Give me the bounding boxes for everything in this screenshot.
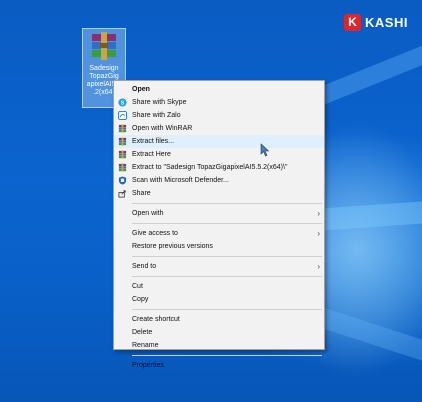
context-menu: Open S Share with Skype Share with Zalo Open… [113, 80, 325, 369]
menu-separator [132, 223, 322, 224]
menu-item-open-with-winrar[interactable]: Open with WinRAR [114, 122, 324, 135]
defender-icon [118, 176, 127, 185]
winrar-icon [118, 124, 127, 133]
skype-icon: S [118, 98, 127, 107]
menu-item-extract-files[interactable]: Extract files... [114, 135, 324, 148]
menu-item-give-access-to[interactable]: Give access to › [114, 227, 324, 240]
menu-item-label: Open [132, 86, 150, 93]
chevron-right-icon: › [317, 209, 320, 218]
menu-item-label: Send to [132, 263, 157, 270]
menu-item-label: Open with [132, 210, 164, 217]
menu-item-label: Rename [132, 342, 159, 349]
menu-item-label: Give access to [132, 230, 178, 237]
svg-text:S: S [121, 101, 125, 107]
menu-item-copy[interactable]: Copy [114, 293, 324, 306]
menu-item-label: Delete [132, 329, 153, 336]
logo-letter: K [344, 14, 361, 31]
menu-separator [132, 256, 322, 257]
menu-item-label: Restore previous versions [132, 243, 213, 250]
menu-item-delete[interactable]: Delete [114, 326, 324, 339]
mouse-pointer-icon [260, 143, 270, 157]
menu-separator [132, 355, 322, 356]
menu-item-cut[interactable]: Cut [114, 280, 324, 293]
menu-item-extract-to-sadesign-topazgigap[interactable]: Extract to "Sadesign TopazGigapixelAI5.5… [114, 161, 324, 174]
menu-item-label: Open with WinRAR [132, 125, 193, 132]
winrar-icon [118, 163, 127, 172]
winrar-icon [118, 150, 127, 159]
menu-item-label: Copy [132, 296, 149, 303]
chevron-right-icon: › [317, 229, 320, 238]
menu-item-restore-previous-versions[interactable]: Restore previous versions [114, 240, 324, 253]
logo-text: KASHI [365, 15, 408, 30]
menu-item-label: Create shortcut [132, 316, 180, 323]
menu-item-share[interactable]: Share [114, 187, 324, 200]
menu-separator [132, 203, 322, 204]
menu-item-share-with-skype[interactable]: S Share with Skype [114, 96, 324, 109]
menu-item-label: Extract files... [132, 138, 175, 145]
menu-separator [132, 276, 322, 277]
menu-item-extract-here[interactable]: Extract Here [114, 148, 324, 161]
menu-item-send-to[interactable]: Send to › [114, 260, 324, 273]
menu-item-label: Share [132, 190, 151, 197]
menu-item-open[interactable]: Open [114, 83, 324, 96]
menu-item-label: Properties [132, 362, 164, 369]
zalo-icon [118, 111, 127, 120]
kashi-logo: K KASHI [344, 14, 408, 31]
winrar-archive-icon [92, 32, 116, 60]
share-icon [118, 189, 127, 198]
menu-item-label: Scan with Microsoft Defender... [132, 177, 229, 184]
menu-item-label: Share with Zalo [132, 112, 181, 119]
menu-separator [132, 309, 322, 310]
menu-item-share-with-zalo[interactable]: Share with Zalo [114, 109, 324, 122]
menu-item-scan-with-microsoft-defender[interactable]: Scan with Microsoft Defender... [114, 174, 324, 187]
menu-item-label: Extract Here [132, 151, 171, 158]
menu-item-label: Cut [132, 283, 143, 290]
chevron-right-icon: › [317, 262, 320, 271]
menu-item-rename[interactable]: Rename [114, 339, 324, 352]
winrar-icon [118, 137, 127, 146]
menu-item-properties[interactable]: Properties [114, 359, 324, 372]
menu-item-create-shortcut[interactable]: Create shortcut [114, 313, 324, 326]
menu-item-open-with[interactable]: Open with › [114, 207, 324, 220]
menu-item-label: Share with Skype [132, 99, 187, 106]
menu-item-label: Extract to "Sadesign TopazGigapixelAI5.5… [132, 164, 288, 171]
